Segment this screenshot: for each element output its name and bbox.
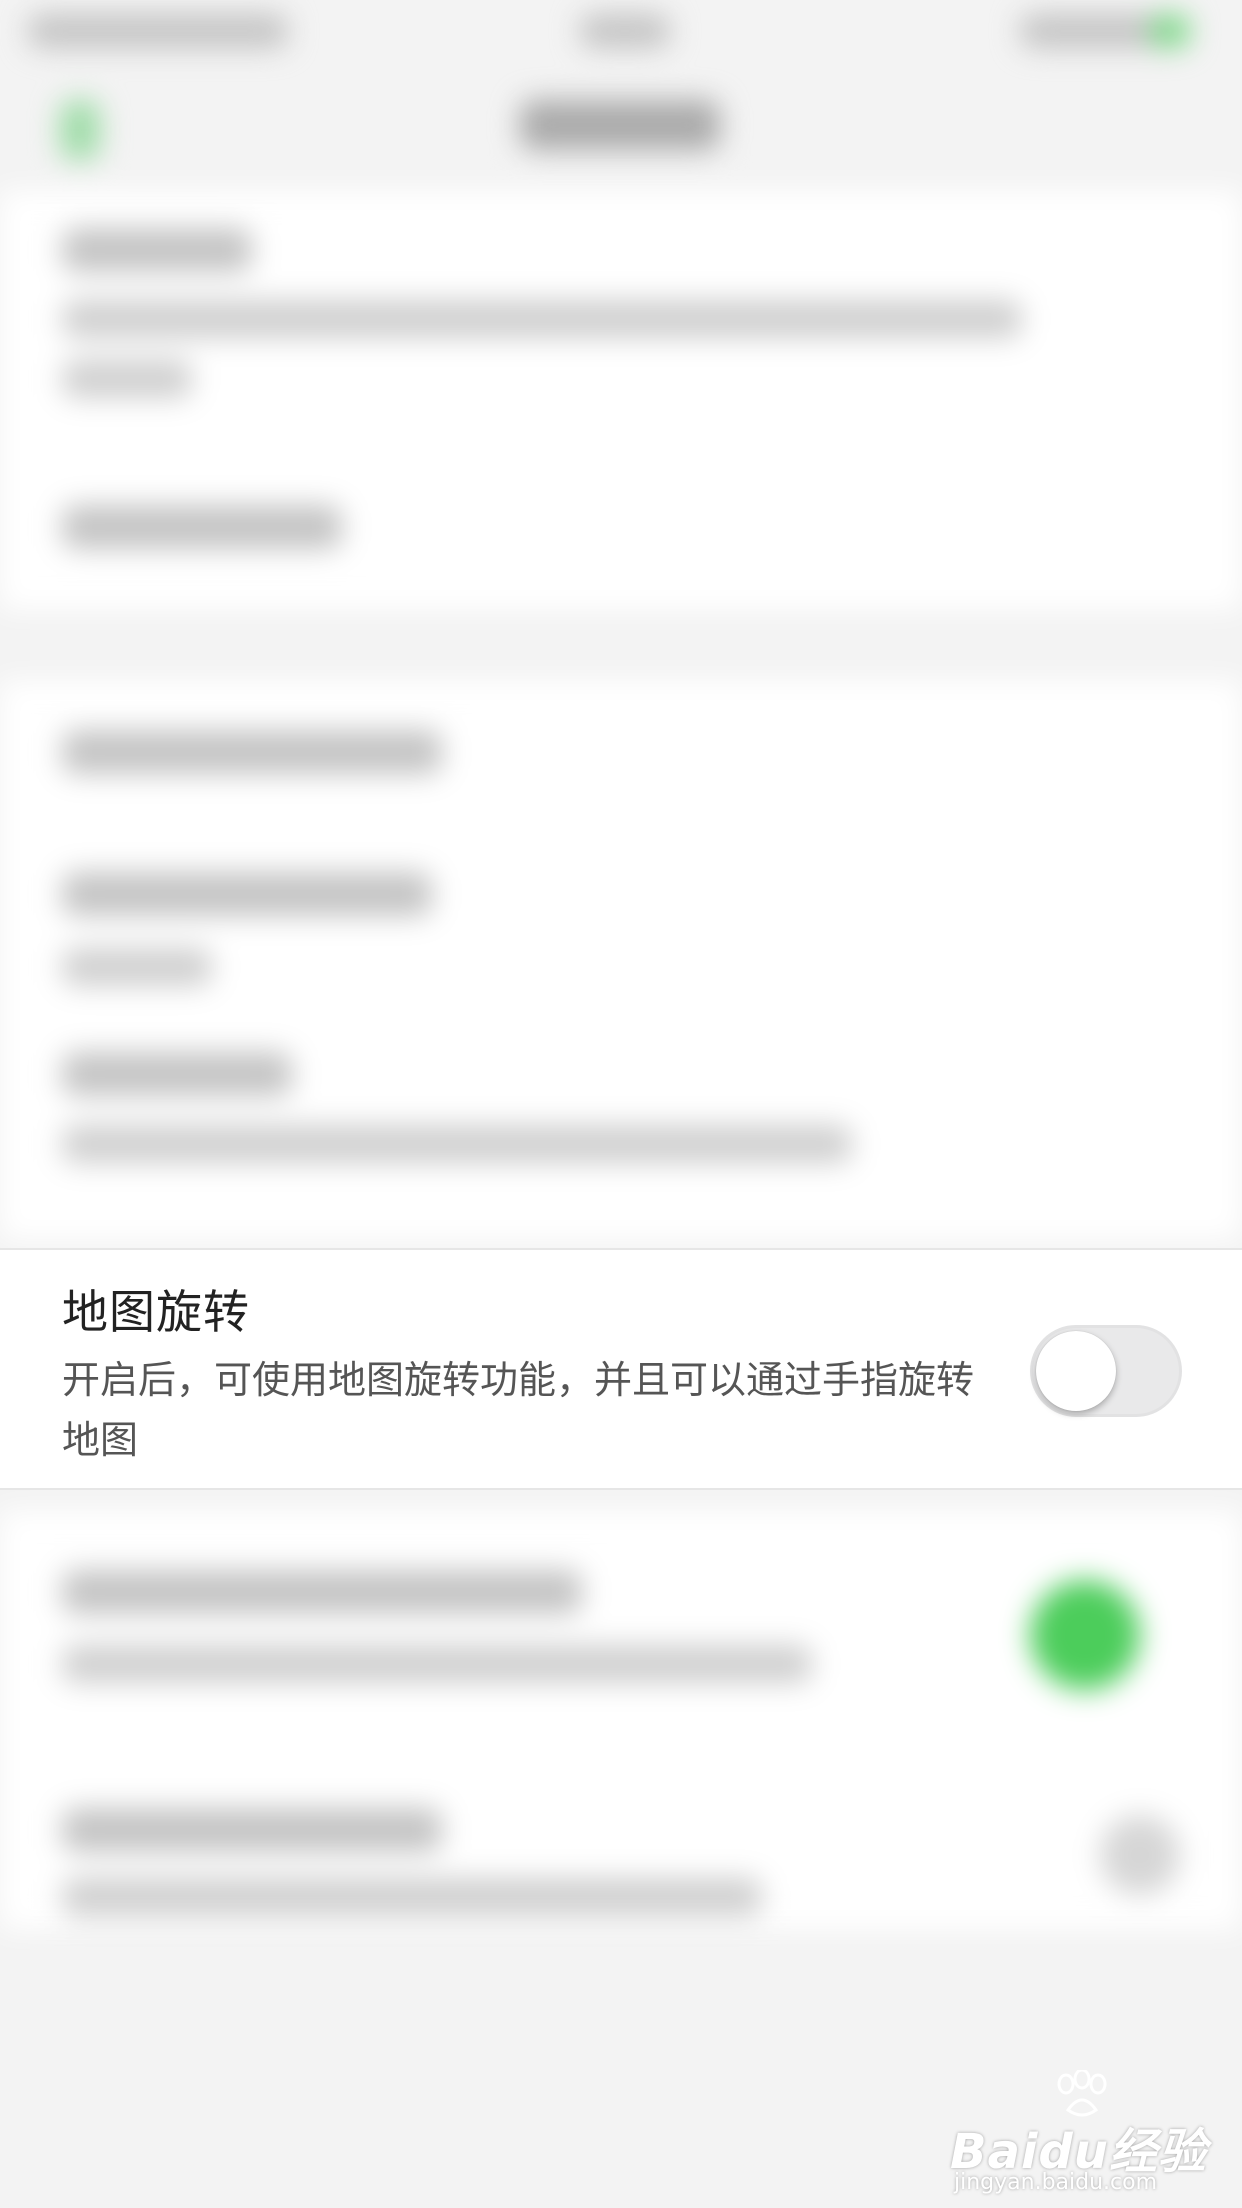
group3-item1-title [62, 1570, 582, 1614]
group1-item1-desc [62, 300, 1022, 338]
back-arrow-icon[interactable] [60, 100, 100, 160]
group2-item1-title [62, 730, 442, 774]
map-rotation-setting-row: 地图旋转 开启后，可使用地图旋转功能，并且可以通过手指旋转地图 [0, 1248, 1242, 1490]
watermark-url: jingyan.baidu.com [954, 2170, 1158, 2195]
baidu-watermark: Baidu经验 jingyan.baidu.com [950, 2070, 1206, 2195]
group3-item2-toggle-off[interactable] [1100, 1815, 1180, 1895]
group1-item1-title [62, 228, 252, 272]
group1-item2-title [62, 505, 342, 549]
nav-title [520, 100, 720, 150]
toggle-knob [1036, 1331, 1116, 1411]
map-rotation-toggle[interactable] [1030, 1325, 1182, 1417]
group2-item3-title [62, 1052, 292, 1096]
group3-item2-desc [62, 1878, 762, 1916]
group2-item2-title [62, 872, 432, 916]
status-bar-battery-level [1150, 14, 1190, 48]
settings-screen: 地图旋转 开启后，可使用地图旋转功能，并且可以通过手指旋转地图 Baidu经验 … [0, 0, 1242, 2208]
blurred-background [0, 0, 1242, 2208]
group3-item1-desc [62, 1645, 812, 1683]
group3-item1-toggle-on[interactable] [1030, 1580, 1140, 1690]
map-rotation-title: 地图旋转 [62, 1285, 250, 1339]
group1-item1-desc-line2 [62, 360, 192, 398]
group2-item2-desc [62, 948, 212, 986]
map-rotation-description: 开启后，可使用地图旋转功能，并且可以通过手指旋转地图 [62, 1358, 975, 1462]
status-bar-time [580, 14, 670, 48]
group3-item2-title [62, 1808, 442, 1852]
status-bar-carrier [28, 14, 288, 48]
status-bar-battery [1020, 14, 1170, 48]
group2-item3-desc [62, 1125, 852, 1163]
